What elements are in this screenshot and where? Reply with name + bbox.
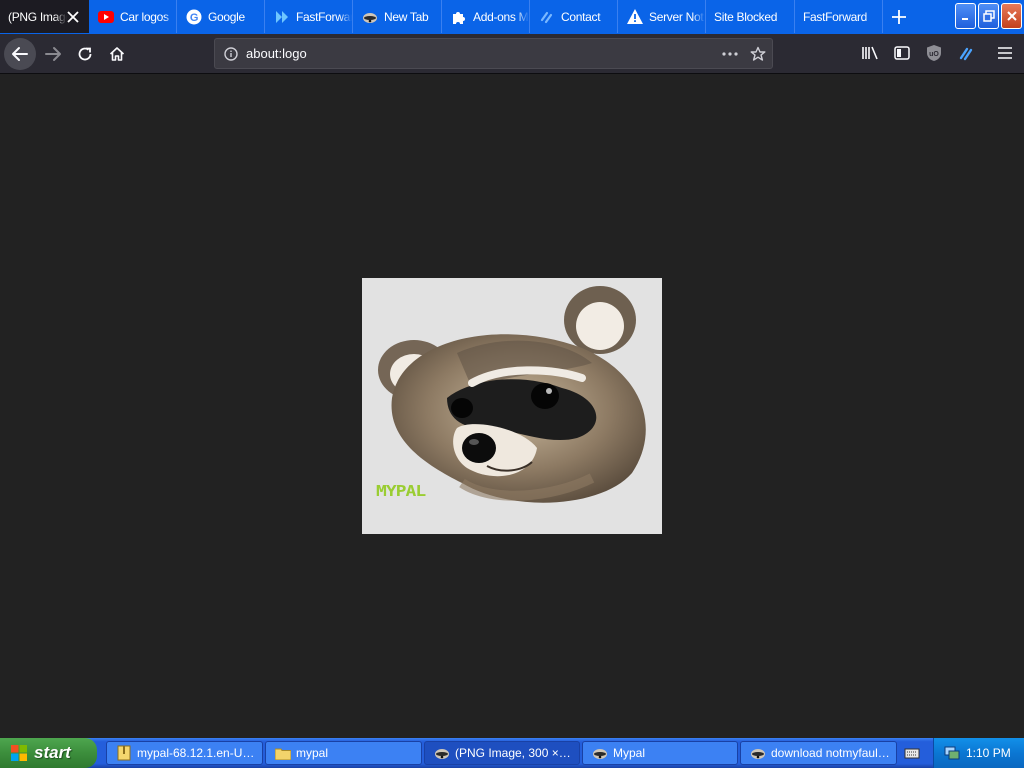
warning-icon [627,9,643,25]
raccoon-logo-image: MYPAL [362,278,662,534]
taskbar-item-label: mypal [296,746,329,760]
tab-site-blocked[interactable]: Site Blocked [706,0,795,33]
page-content: MYPAL [0,74,1024,738]
svg-text:G: G [190,12,198,24]
taskbar-item-label: download notmyfault... [771,746,892,760]
taskbar-item-mypal-folder[interactable]: mypal [265,741,422,765]
tab-png-image[interactable]: (PNG Image, 300 × 256 pixels) [0,0,89,33]
archive-icon [116,745,132,761]
forward-arrow-icon [45,47,61,61]
start-button[interactable]: start [0,738,97,768]
taskbar: start mypal-68.12.1.en-US... mypal (PNG … [0,738,1024,768]
mypal-icon [592,745,608,761]
tab-label: Server Not Found [649,9,705,24]
restore-icon [982,10,995,22]
hamburger-menu-icon[interactable] [995,43,1015,63]
windows-logo-icon [10,744,28,762]
network-icon[interactable] [944,745,960,761]
plus-icon [892,9,906,24]
tab-google[interactable]: G Google [177,0,265,33]
tab-strip: (PNG Image, 300 × 256 pixels) Car logos … [0,0,1024,34]
tab-label: Add-ons Manager [473,9,529,24]
url-text[interactable]: about:logo [246,46,307,61]
library-icon[interactable] [860,43,880,63]
folder-icon [275,745,291,761]
home-icon [109,47,125,61]
tab-label: Google [208,9,245,24]
sidebar-icon[interactable] [892,43,912,63]
reload-button[interactable] [69,38,101,70]
tab-label: (PNG Image, 300 × 256 pixels) [8,9,67,24]
tab-add-ons[interactable]: Add-ons Manager [442,0,530,33]
tab-label: New Tab [384,9,429,24]
mypal-icon [750,745,766,761]
navigation-toolbar: about:logo uO [0,34,1024,74]
tab-server-not-found[interactable]: Server Not Found [618,0,706,33]
system-tray: 1:10 PM [933,738,1024,768]
google-icon: G [186,9,202,25]
minimize-icon [961,18,968,20]
close-window-button[interactable] [1001,3,1022,29]
tab-label: FastForward [296,9,352,24]
tab-new-tab[interactable]: New Tab [353,0,442,33]
taskbar-item-download[interactable]: download notmyfault... [740,741,897,765]
taskbar-item-label: mypal-68.12.1.en-US... [137,746,261,760]
tab-contact[interactable]: Contact [530,0,618,33]
start-label: start [34,743,71,762]
url-bar[interactable]: about:logo [214,38,773,69]
puzzle-icon [451,9,467,25]
close-tab-icon[interactable] [67,9,79,25]
tab-label: FastForward [803,9,868,24]
tab-label: Site Blocked [714,9,778,24]
youtube-icon [98,9,114,25]
tab-fastforward[interactable]: FastForward [265,0,353,33]
tab-label: Car logos [120,9,169,24]
reload-icon [78,47,92,61]
back-button[interactable] [4,38,36,70]
tab-car-logos[interactable]: Car logos [89,0,177,33]
taskbar-item-mypal[interactable]: Mypal [582,741,738,765]
tab-label: Contact [561,9,601,24]
link-icon [539,9,555,25]
taskbar-item-label: (PNG Image, 300 × 2... [455,746,579,760]
fastforward-extension-icon[interactable] [956,43,976,63]
mypal-icon [434,745,450,761]
back-arrow-icon [12,47,28,61]
tab-fastforward-2[interactable]: FastForward [795,0,883,33]
clock[interactable]: 1:10 PM [966,746,1011,760]
minimize-button[interactable] [955,3,976,29]
bookmark-star-icon[interactable] [749,45,767,63]
close-icon [1006,11,1017,21]
logo-caption: MYPAL [376,482,426,501]
svg-text:uO: uO [929,51,939,58]
taskbar-item-png-image[interactable]: (PNG Image, 300 × 2... [424,741,580,765]
forward-button[interactable] [37,38,69,70]
new-tab-button[interactable] [884,0,914,33]
restore-button[interactable] [978,3,999,29]
home-button[interactable] [101,38,133,70]
keyboard-icon[interactable] [904,746,920,760]
page-actions-icon[interactable] [721,45,739,63]
taskbar-item-label: Mypal [613,746,646,760]
ublock-icon[interactable]: uO [924,43,944,63]
taskbar-item-installer[interactable]: mypal-68.12.1.en-US... [106,741,263,765]
fastforward-icon [274,9,290,25]
mypal-icon [362,9,378,25]
info-icon[interactable] [222,45,240,63]
